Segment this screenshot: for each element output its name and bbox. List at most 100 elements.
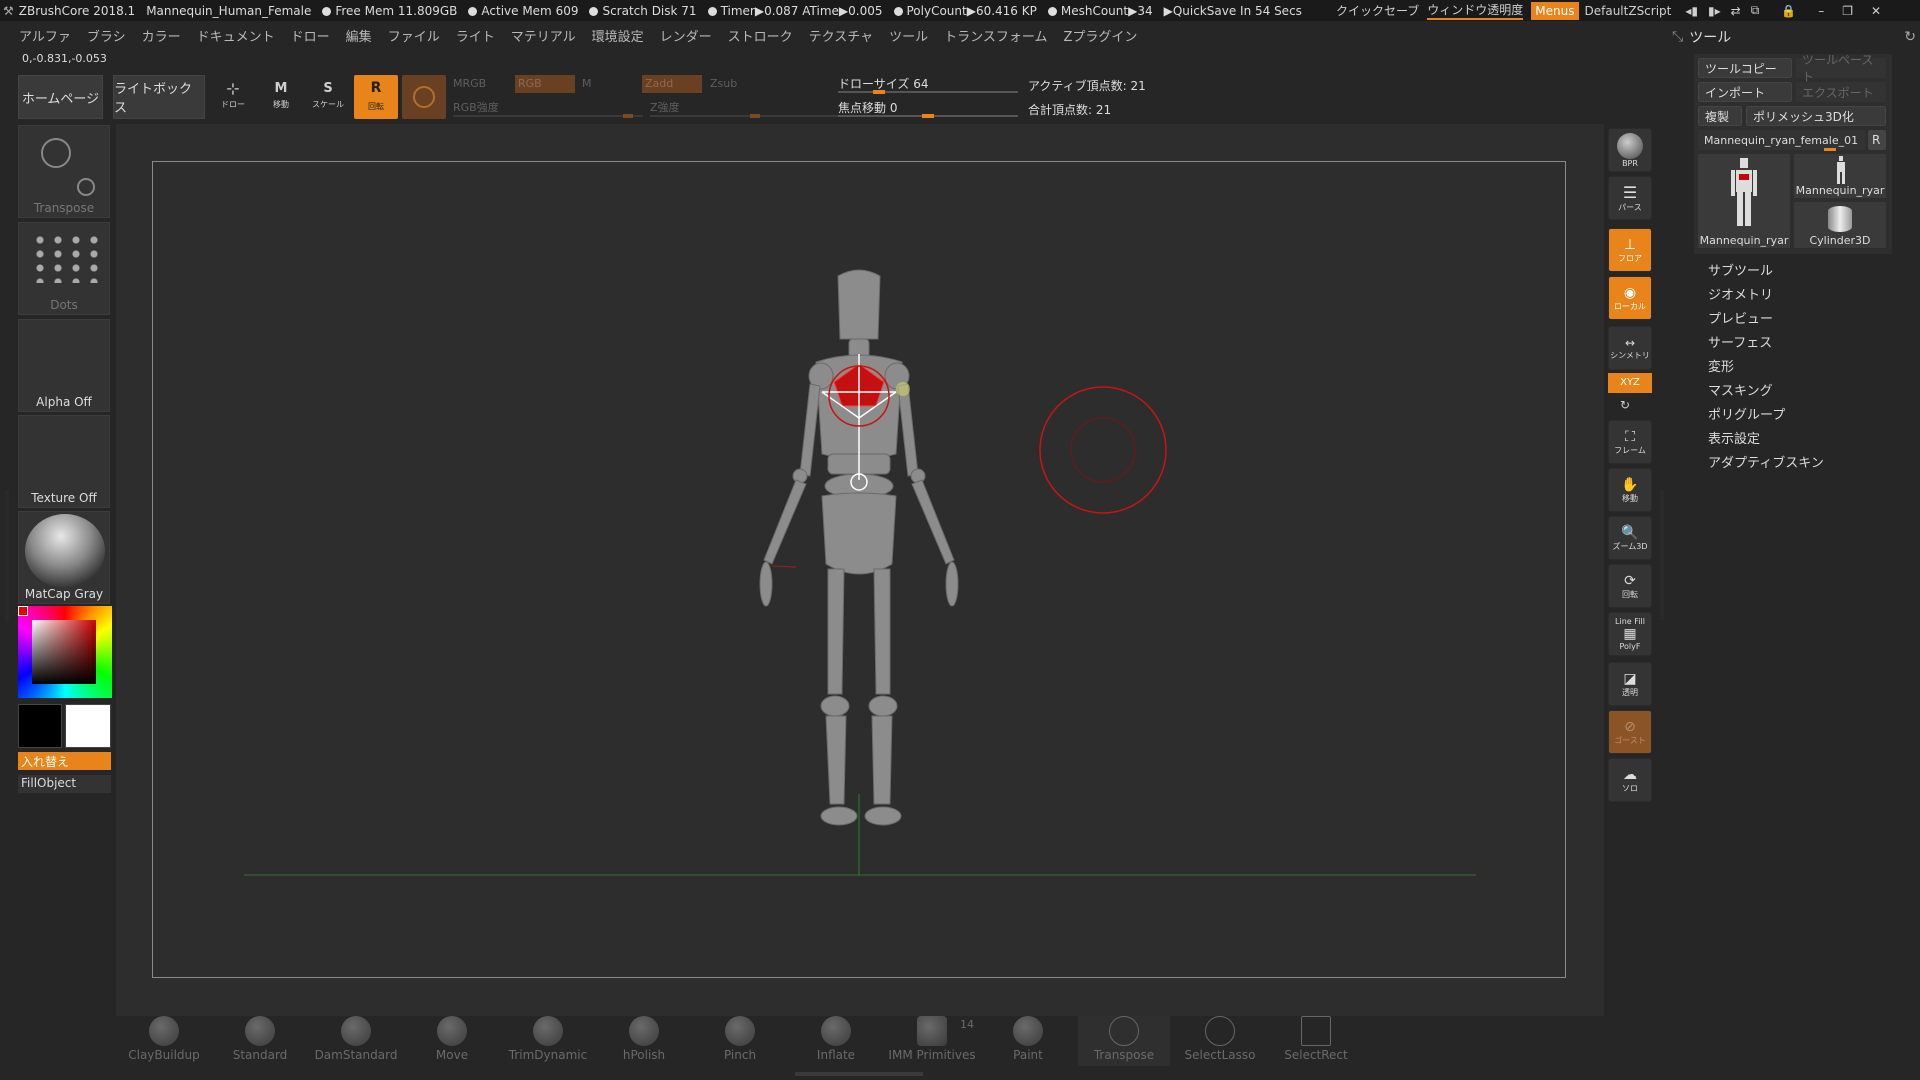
menu-item-alpha[interactable]: アルファ [19,26,71,45]
brush-claybuildup[interactable]: ClayBuildup [118,1016,210,1066]
window-transparency-slider[interactable]: ウィンドウ透明度 [1427,1,1524,20]
tool-thumbnail-mannequin[interactable]: Mannequin_ryar [1698,154,1790,248]
make-polymesh-button[interactable]: ポリメッシュ3D化 [1746,106,1886,126]
close-icon[interactable]: ✕ [1871,4,1881,18]
linefill-polyf-button[interactable]: Line Fill ▦ PolyF [1608,612,1652,656]
subpalette-preview[interactable]: プレビュー [1708,308,1773,327]
minimize-icon[interactable]: – [1818,4,1824,18]
fill-object-button[interactable]: FillObject [18,775,111,793]
quick-save-button[interactable]: クイックセーブ [1336,2,1419,19]
brush-standard[interactable]: Standard [214,1016,306,1066]
draw-size-slider[interactable] [838,90,1018,94]
subpalette-polygroups[interactable]: ポリグループ [1708,404,1785,423]
stroke-slot[interactable]: Dots [18,222,110,315]
brush-transpose[interactable]: Transpose [1078,1016,1170,1066]
menu-item-zplugin[interactable]: Zプラグイン [1064,26,1138,45]
refresh-icon[interactable]: ↻ [1904,29,1916,45]
menu-item-edit[interactable]: 編集 [346,26,372,45]
subpalette-masking[interactable]: マスキング [1708,380,1773,399]
menu-item-material[interactable]: マテリアル [511,26,576,45]
rgb-intensity-slider[interactable] [453,114,643,118]
focal-shift-slider[interactable] [838,114,1018,118]
brush-inflate[interactable]: Inflate [790,1016,882,1066]
scale-mode-button[interactable]: S スケール [308,79,348,119]
material-slot[interactable]: MatCap Gray [18,511,110,604]
menu-item-brush[interactable]: ブラシ [87,26,126,45]
transpose-slot[interactable]: Transpose [18,125,110,218]
texture-slot[interactable]: Texture Off [18,415,110,508]
brush-paint[interactable]: Paint [982,1016,1074,1066]
brush-selectlasso[interactable]: SelectLasso [1174,1016,1266,1066]
subpalette-adaptive-skin[interactable]: アダプティブスキン [1708,452,1824,471]
home-page-button[interactable]: ホームページ [18,75,103,119]
menu-item-transform[interactable]: トランスフォーム [944,26,1047,45]
brush-hpolish[interactable]: hPolish [598,1016,690,1066]
tool-paste-button[interactable]: ツールペースト [1796,53,1886,84]
frame-button[interactable]: ⛶ フレーム [1608,420,1652,464]
menu-item-light[interactable]: ライト [456,26,495,45]
menu-item-render[interactable]: レンダー [660,26,712,45]
brush-damstandard[interactable]: DamStandard [310,1016,402,1066]
tool-copy-button[interactable]: ツールコピー [1698,58,1792,78]
subpalette-deformation[interactable]: 変形 [1708,356,1734,375]
tray-divider[interactable] [5,490,9,620]
swap-colors-button[interactable]: 入れ替え [18,752,111,770]
menu-item-file[interactable]: ファイル [388,26,440,45]
window-icon[interactable]: ⧉ [1751,3,1760,18]
lightbox-button[interactable]: ライトボックス [113,75,205,119]
canvas-area[interactable] [116,124,1604,1016]
menu-item-color[interactable]: カラー [142,26,181,45]
saturation-value-square[interactable] [32,620,96,684]
xyz-button[interactable]: XYZ [1608,373,1652,393]
bpr-button[interactable]: BPR [1608,128,1652,172]
perspective-button[interactable]: ☰ パース [1608,176,1652,220]
material-sphere-button[interactable] [402,75,446,119]
import-button[interactable]: インポート [1698,82,1792,102]
menu-item-tool[interactable]: ツール [889,26,928,45]
tray-divider[interactable] [1660,490,1664,620]
zoom3d-button[interactable]: 🔍 ズーム3D [1608,516,1652,560]
move-view-button[interactable]: ✋ 移動 [1608,468,1652,512]
symmetry-button[interactable]: ↔ シンメトリ [1608,326,1652,370]
clone-button[interactable]: 複製 [1698,106,1742,126]
primary-color-swatch[interactable] [65,704,111,748]
swap-icon[interactable]: ⇄ [1731,4,1741,18]
default-zscript[interactable]: DefaultZScript [1585,4,1672,18]
menu-item-document[interactable]: ドキュメント [197,26,275,45]
menu-item-preferences[interactable]: 環境設定 [592,26,644,45]
m-toggle[interactable]: M [582,77,592,90]
z-intensity-slider[interactable] [650,114,840,118]
export-button[interactable]: エクスポート [1796,82,1886,102]
tool-thumbnail-mannequin-2[interactable]: Mannequin_ryar [1794,154,1886,198]
mrgb-toggle[interactable]: MRGB [453,77,486,90]
zadd-toggle[interactable]: Zadd [642,75,702,93]
rotate-axis-icon[interactable]: ↻ [1620,398,1630,412]
rotate-mode-button[interactable]: R 回転 [354,75,398,119]
subpalette-subtool[interactable]: サブツール [1708,260,1773,279]
move-mode-button[interactable]: M 移動 [261,79,301,119]
ghost-button[interactable]: ⊘ ゴースト [1608,710,1652,754]
zsub-toggle[interactable]: Zsub [710,77,737,90]
solo-button[interactable]: ☁ ソロ [1608,758,1652,802]
bottom-tray-handle[interactable] [795,1072,923,1076]
rotate-view-button[interactable]: ⟳ 回転 [1608,564,1652,608]
floor-button[interactable]: ⊥ フロア [1608,228,1652,272]
transparency-button[interactable]: ◪ 透明 [1608,662,1652,706]
layout-icon[interactable]: ◂▮ [1685,4,1698,18]
local-button[interactable]: ◉ ローカル [1608,276,1652,320]
rgb-toggle[interactable]: RGB [515,75,575,93]
color-picker[interactable] [18,606,112,698]
menu-item-draw[interactable]: ドロー [291,26,330,45]
alpha-slot[interactable]: Alpha Off [18,319,110,412]
secondary-color-swatch[interactable] [18,704,62,748]
brush-pinch[interactable]: Pinch [694,1016,786,1066]
brush-move[interactable]: Move [406,1016,498,1066]
subpalette-surface[interactable]: サーフェス [1708,332,1772,351]
current-tool-slider[interactable]: Mannequin_ryan_female_01 [1698,130,1866,150]
subpalette-geometry[interactable]: ジオメトリ [1708,284,1773,303]
layout-icon[interactable]: ▮▸ [1708,4,1721,18]
brush-trimdynamic[interactable]: TrimDynamic [502,1016,594,1066]
restore-icon[interactable]: ❐ [1842,4,1853,18]
draw-mode-button[interactable]: ⊹ ドロー [213,79,253,119]
menu-item-stroke[interactable]: ストローク [728,26,793,45]
